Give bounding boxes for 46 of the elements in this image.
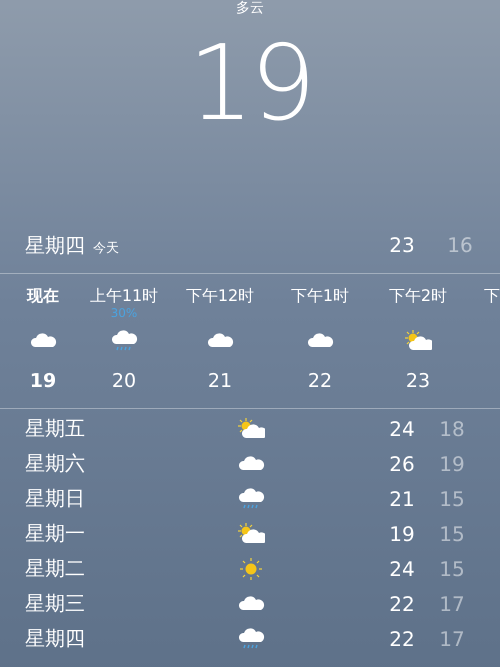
high-temperature: 23 [388, 233, 416, 257]
high-temperature: 24 [388, 556, 416, 580]
hour-temperature: 22 [308, 370, 332, 392]
day-name: 星期五 [25, 415, 86, 442]
day-name: 星期三 [25, 590, 86, 617]
hour-label: 下午2时 [388, 286, 448, 306]
day-name: 星期二 [25, 555, 86, 582]
hour-label: 现在 [27, 286, 59, 306]
low-temperature: 16 [446, 233, 474, 257]
low-temperature: 18 [438, 416, 466, 440]
high-temperature: 26 [388, 452, 416, 476]
hour-label: 下午12时 [186, 286, 254, 306]
sun-behind-cloud-icon [237, 522, 265, 546]
high-temperature: 22 [388, 626, 416, 650]
day-name: 星期四 [25, 232, 85, 259]
low-temperature: 19 [438, 452, 466, 476]
hour-label: 下午1时 [290, 286, 350, 306]
low-temperature: 15 [438, 486, 466, 510]
low-temperature: 17 [438, 592, 466, 616]
sun-behind-cloud-icon [237, 416, 265, 440]
low-temperature: 17 [438, 626, 466, 650]
high-temperature: 22 [388, 592, 416, 616]
weather-condition: 多云 [235, 0, 265, 16]
hour-temperature: 21 [208, 370, 232, 392]
day-name: 星期日 [25, 485, 86, 512]
hour-temperature: 19 [30, 370, 56, 392]
hour-temperature: 23 [406, 370, 430, 392]
high-temperature: 24 [388, 416, 416, 440]
sun-behind-cloud-icon [404, 329, 432, 353]
rain-cloud-icon [110, 329, 138, 353]
current-temperature: 19 [186, 28, 314, 138]
rain-cloud-icon [237, 486, 265, 510]
precipitation-chance: 30% [110, 306, 138, 320]
day-name: 星期一 [25, 520, 86, 547]
high-temperature: 19 [388, 522, 416, 546]
rain-cloud-icon [237, 626, 265, 650]
day-name: 星期四 [25, 625, 86, 652]
hour-label: 上午11时 [90, 286, 158, 306]
day-name: 星期六 [25, 450, 86, 477]
today-label: 今天 [93, 240, 119, 257]
low-temperature: 15 [438, 556, 466, 580]
hour-label: 下 [484, 286, 500, 306]
low-temperature: 15 [438, 522, 466, 546]
hour-temperature: 20 [112, 370, 136, 392]
sun-icon [237, 556, 265, 580]
high-temperature: 21 [388, 486, 416, 510]
